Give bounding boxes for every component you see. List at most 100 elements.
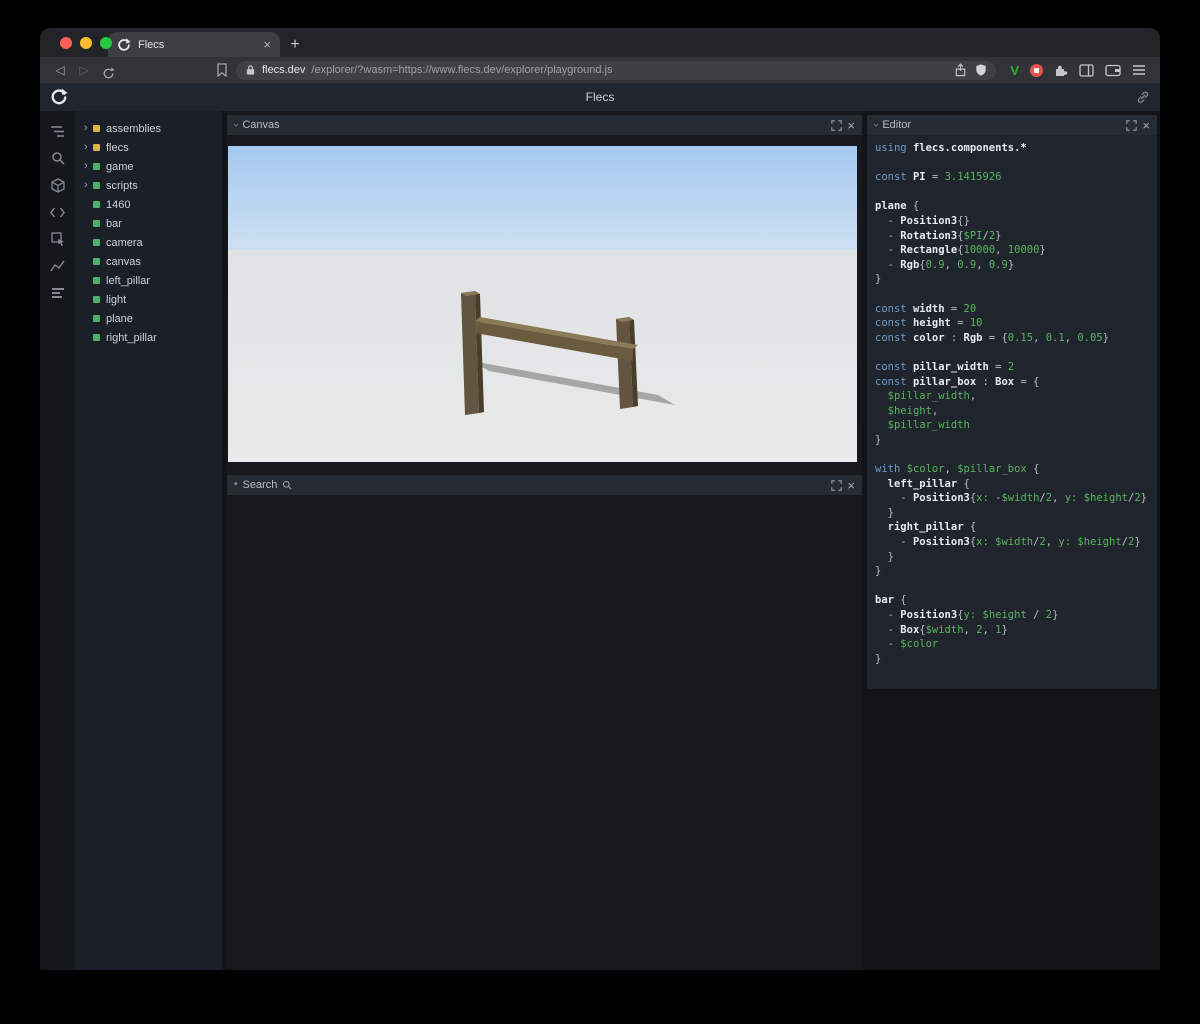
code-line: } — [887, 506, 894, 519]
code-line: plane { — [875, 200, 920, 213]
new-tab-button[interactable]: + — [280, 32, 310, 57]
url-bar[interactable]: flecs.dev /explorer/?wasm=https://www.fl… — [236, 60, 997, 80]
tree-item-label: flecs — [106, 141, 129, 154]
expand-arrow-icon[interactable]: › — [84, 180, 93, 191]
search-panel-header: • Search × — [227, 475, 862, 495]
page-title: Flecs — [585, 90, 615, 104]
search-magnifier-icon[interactable] — [282, 480, 293, 490]
tree-item-camera[interactable]: camera — [75, 233, 222, 252]
code-line: const width = 20 — [875, 302, 977, 315]
entity-color-square — [93, 258, 100, 265]
code-line: - Rotation3{$PI/2} — [875, 229, 1002, 242]
expand-arrow-icon[interactable]: › — [84, 142, 93, 153]
tab-strip: Flecs × + — [40, 28, 1160, 57]
flecs-favicon-icon — [118, 37, 131, 51]
bookmark-icon — [217, 63, 227, 77]
tree-item-label: left_pillar — [106, 274, 151, 287]
code-line: $pillar_width, — [887, 390, 977, 403]
tab-close-icon[interactable]: × — [263, 38, 271, 51]
traffic-lights — [60, 37, 112, 49]
tree-item-game[interactable]: › game — [75, 157, 222, 176]
close-icon[interactable]: × — [1142, 119, 1150, 132]
browser-tab[interactable]: Flecs × — [108, 32, 280, 57]
entity-color-square — [93, 163, 100, 170]
entity-tree-icon[interactable] — [49, 123, 67, 139]
entity-color-square — [93, 125, 100, 132]
code-line: } — [875, 652, 882, 665]
cube-icon[interactable] — [49, 177, 67, 193]
extension-area: V — [998, 63, 1152, 78]
close-icon[interactable]: × — [847, 479, 855, 492]
back-button[interactable]: ◁ — [48, 57, 72, 83]
chart-icon[interactable] — [49, 258, 67, 274]
editor-panel: › Editor × using flecs.components.* cons… — [867, 111, 1157, 970]
code-line: - Box{$width, 2, 1} — [875, 623, 1008, 636]
tree-item-light[interactable]: light — [75, 290, 222, 309]
entity-color-square — [93, 334, 100, 341]
entity-color-square — [93, 144, 100, 151]
expand-icon[interactable] — [831, 119, 843, 131]
tree-item-plane[interactable]: plane — [75, 309, 222, 328]
code-line: } — [887, 550, 894, 563]
wallet-icon[interactable] — [1105, 64, 1121, 77]
tree-item-left_pillar[interactable]: left_pillar — [75, 271, 222, 290]
entity-color-square — [93, 277, 100, 284]
zoom-window-button[interactable] — [100, 37, 112, 49]
extensions-puzzle-icon[interactable] — [1054, 63, 1068, 77]
minimize-window-button[interactable] — [80, 37, 92, 49]
reload-button[interactable] — [96, 60, 120, 80]
collapse-caret-icon[interactable]: › — [231, 123, 242, 126]
brave-shield-icon[interactable] — [975, 63, 987, 77]
canvas-panel-header: › Canvas × — [227, 115, 862, 135]
code-line: } — [875, 433, 882, 446]
code-line: const height = 10 — [875, 317, 983, 330]
app-main: › assemblies › flecs › game › scripts 1460 bar cam… — [40, 111, 1160, 970]
expand-icon[interactable] — [831, 479, 843, 491]
tree-item-label: light — [106, 293, 127, 306]
expand-arrow-icon[interactable]: › — [84, 161, 93, 172]
expand-icon[interactable] — [1126, 119, 1138, 131]
bookmark-sidebar-button[interactable] — [216, 63, 228, 77]
search-icon[interactable] — [49, 150, 67, 166]
browser-toolbar: ◁ ▷ flecs.dev /explorer/?wasm=https://ww… — [40, 57, 1160, 83]
stats-icon[interactable] — [49, 285, 67, 301]
code-line: - Rectangle{10000, 10000} — [875, 244, 1046, 257]
entity-color-square — [93, 239, 100, 246]
code-line: } — [875, 565, 882, 578]
entity-color-square — [93, 182, 100, 189]
code-line: - $color — [875, 638, 939, 651]
tree-item-bar[interactable]: bar — [75, 214, 222, 233]
tree-item-scripts[interactable]: › scripts — [75, 176, 222, 195]
inspect-icon[interactable] — [49, 231, 67, 247]
vimium-extension-icon[interactable]: V — [1010, 63, 1019, 78]
close-window-button[interactable] — [60, 37, 72, 49]
menu-hamburger-icon[interactable] — [1132, 64, 1146, 76]
tree-item-assemblies[interactable]: › assemblies — [75, 119, 222, 138]
sidebar-panel-icon[interactable] — [1079, 63, 1094, 77]
editor-code[interactable]: using flecs.components.* const PI = 3.14… — [867, 135, 1157, 689]
expand-arrow-icon[interactable]: › — [84, 123, 93, 134]
tree-item-flecs[interactable]: › flecs — [75, 138, 222, 157]
nav-button-group: ◁ ▷ — [48, 57, 234, 83]
tree-item-right_pillar[interactable]: right_pillar — [75, 328, 222, 347]
forward-button[interactable]: ▷ — [72, 57, 96, 83]
code-line: - Position3{} — [875, 214, 970, 227]
entity-color-square — [93, 220, 100, 227]
red-extension-icon[interactable] — [1030, 63, 1043, 77]
tree-item-label: assemblies — [106, 122, 162, 135]
code-icon[interactable] — [49, 204, 67, 220]
share-icon[interactable] — [954, 63, 967, 77]
tree-item-1460[interactable]: 1460 — [75, 195, 222, 214]
3d-canvas[interactable] — [228, 146, 857, 462]
code-line: right_pillar { — [887, 521, 977, 534]
collapse-caret-icon[interactable]: › — [871, 123, 882, 126]
close-icon[interactable]: × — [847, 119, 855, 132]
url-path: /explorer/?wasm=https://www.flecs.dev/ex… — [311, 64, 613, 76]
code-line: - Position3{x: -$width/2, y: $height/2} — [875, 492, 1147, 505]
share-link-button[interactable] — [1136, 90, 1150, 104]
tree-item-canvas[interactable]: canvas — [75, 252, 222, 271]
code-line: const color : Rgb = {0.15, 0.1, 0.05} — [875, 331, 1109, 344]
